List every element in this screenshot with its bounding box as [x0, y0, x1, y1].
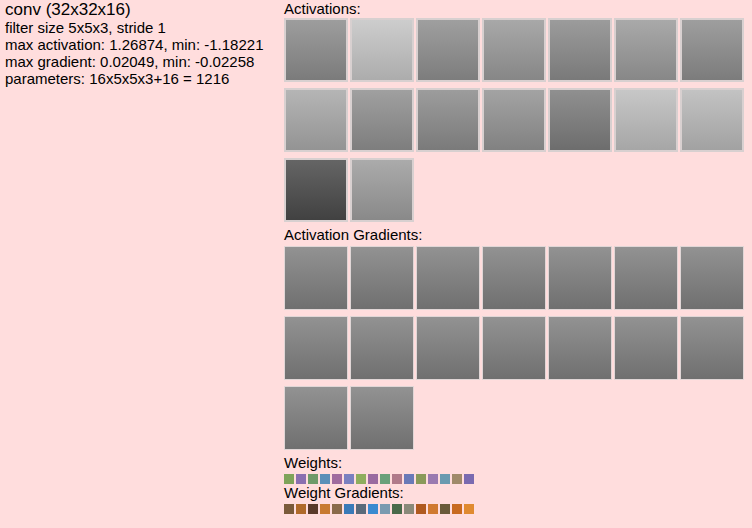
gradient-map — [284, 386, 348, 450]
weight-tile — [368, 474, 378, 484]
layer-title: conv (32x32x16) — [5, 1, 284, 19]
weight-gradient-tile — [380, 504, 390, 514]
weight-tile — [392, 474, 402, 484]
section-label: Activations: — [284, 0, 744, 18]
section-label: Activation Gradients: — [284, 226, 744, 244]
weight-gradient-tile — [428, 504, 438, 514]
weight-tile — [428, 474, 438, 484]
activation-map — [548, 18, 612, 82]
gradient-map — [614, 316, 678, 380]
activation-map — [350, 18, 414, 82]
gradient-map — [482, 246, 546, 310]
gradient-map — [350, 246, 414, 310]
weight-tile — [332, 474, 342, 484]
weight-gradient-tile — [296, 504, 306, 514]
layer-view: conv (32x32x16) filter size 5x5x3, strid… — [0, 0, 752, 528]
weight-tile — [464, 474, 474, 484]
layer-detail: filter size 5x5x3, stride 1 — [5, 19, 284, 36]
section-label: Weight Gradients: — [284, 484, 744, 502]
weight-gradient-tile — [404, 504, 414, 514]
activation-map — [416, 88, 480, 152]
layer-detail: max activation: 1.26874, min: -1.18221 — [5, 36, 284, 53]
activation-map — [350, 158, 414, 222]
weight-tile — [284, 474, 294, 484]
weight-tile — [380, 474, 390, 484]
weight-gradient-tile — [284, 504, 294, 514]
gradient-map — [482, 316, 546, 380]
activation-gradients-grid — [284, 246, 744, 450]
weight-gradient-tile — [452, 504, 462, 514]
activation-map — [614, 18, 678, 82]
weight-gradient-tile — [464, 504, 474, 514]
activations-grid — [284, 18, 744, 222]
activation-map — [482, 88, 546, 152]
gradient-map — [548, 316, 612, 380]
weight-tile — [440, 474, 450, 484]
layer-detail: parameters: 16x5x5x3+16 = 1216 — [5, 70, 284, 87]
weight-tile — [296, 474, 306, 484]
layer-info: conv (32x32x16) filter size 5x5x3, strid… — [0, 0, 284, 528]
activation-map — [680, 18, 744, 82]
activation-map — [350, 88, 414, 152]
weight-gradients-row — [284, 504, 744, 514]
weight-gradient-tile — [368, 504, 378, 514]
gradient-map — [350, 316, 414, 380]
weight-gradient-tile — [440, 504, 450, 514]
weight-gradient-tile — [416, 504, 426, 514]
weight-tile — [308, 474, 318, 484]
weights-row — [284, 474, 744, 484]
weight-tile — [356, 474, 366, 484]
weight-tile — [452, 474, 462, 484]
activation-map — [284, 18, 348, 82]
weight-gradient-tile — [344, 504, 354, 514]
weight-tile — [416, 474, 426, 484]
gradient-map — [548, 246, 612, 310]
gradient-map — [614, 246, 678, 310]
weight-tile — [404, 474, 414, 484]
activation-map — [614, 88, 678, 152]
layer-detail: max gradient: 0.02049, min: -0.02258 — [5, 53, 284, 70]
gradient-map — [680, 246, 744, 310]
weight-tile — [320, 474, 330, 484]
activation-map — [548, 88, 612, 152]
weight-gradient-tile — [320, 504, 330, 514]
gradient-map — [350, 386, 414, 450]
activation-map — [680, 88, 744, 152]
weight-gradient-tile — [332, 504, 342, 514]
activation-map — [482, 18, 546, 82]
activation-map — [416, 18, 480, 82]
weight-gradient-tile — [392, 504, 402, 514]
activation-map — [284, 88, 348, 152]
gradient-map — [284, 246, 348, 310]
gradient-map — [416, 316, 480, 380]
weight-gradient-tile — [356, 504, 366, 514]
gradient-map — [680, 316, 744, 380]
layer-visualization: Activations: Activation Gradients: Weigh… — [284, 0, 744, 528]
weight-tile — [344, 474, 354, 484]
weight-gradient-tile — [308, 504, 318, 514]
activation-map — [284, 158, 348, 222]
gradient-map — [416, 246, 480, 310]
section-label: Weights: — [284, 454, 744, 472]
gradient-map — [284, 316, 348, 380]
